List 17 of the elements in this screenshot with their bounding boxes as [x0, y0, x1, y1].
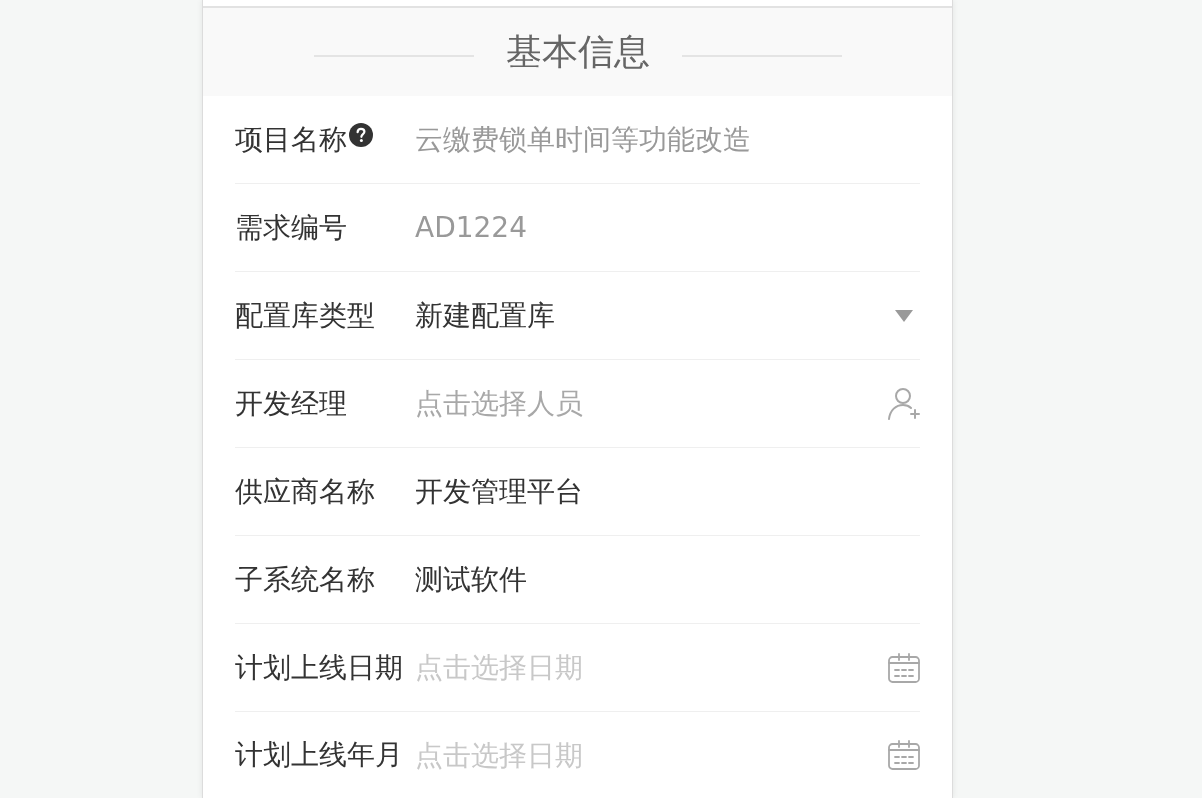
- field-label: 配置库类型: [235, 297, 375, 334]
- add-person-icon[interactable]: [888, 387, 920, 420]
- text-field[interactable]: 测试软件: [415, 559, 920, 600]
- calendar-icon[interactable]: [888, 740, 920, 770]
- person-picker-field[interactable]: 点击选择人员: [415, 383, 888, 424]
- calendar-icon[interactable]: [888, 652, 920, 683]
- section-title: 基本信息: [505, 30, 650, 74]
- field-label: 计划上线年月: [235, 737, 403, 773]
- field-label: 计划上线日期: [235, 649, 403, 686]
- caret-icon[interactable]: [895, 309, 913, 322]
- field-label: 子系统名称: [235, 561, 375, 598]
- field-label: 开发经理: [235, 385, 347, 422]
- field-label: 供应商名称: [235, 473, 375, 510]
- select-field[interactable]: 新建配置库: [415, 295, 895, 336]
- field-label: 需求编号: [235, 209, 347, 246]
- field-label: 项目名称: [235, 121, 347, 158]
- text-field[interactable]: 开发管理平台: [415, 471, 920, 512]
